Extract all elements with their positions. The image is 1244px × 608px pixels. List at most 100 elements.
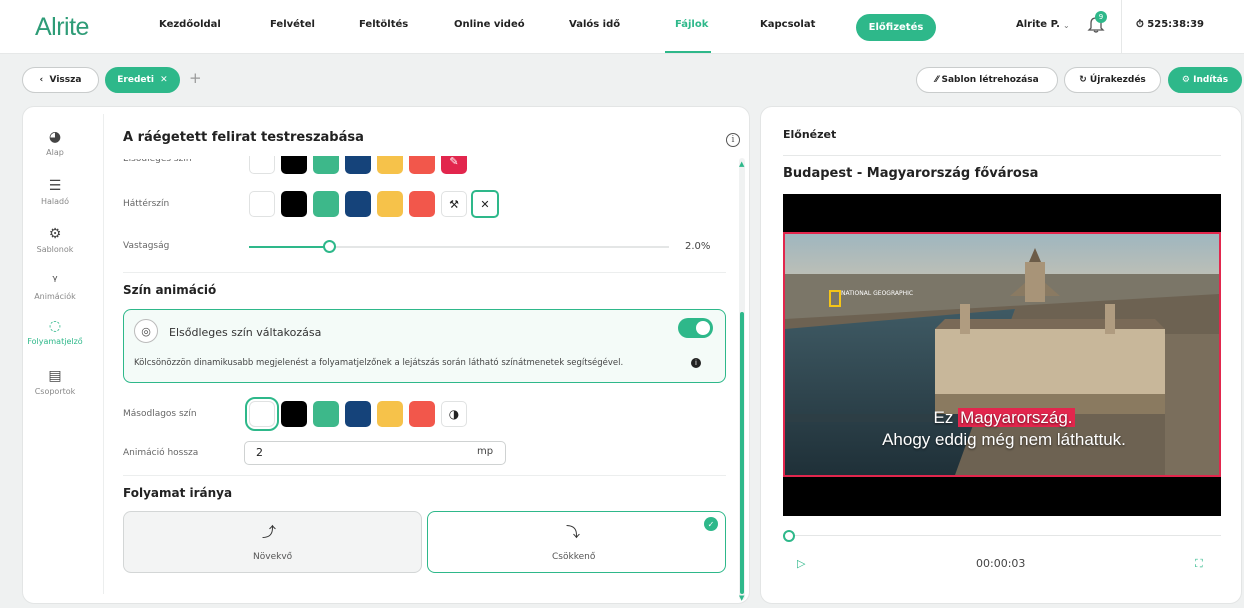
color-swatch-white[interactable] [249, 156, 275, 174]
animation-length-label: Animáció hossza [123, 448, 199, 458]
nav-contact[interactable]: Kapcsolat [760, 19, 815, 30]
start-button[interactable]: ⚙ Indítás [1168, 67, 1242, 93]
seek-handle[interactable] [783, 530, 795, 542]
nav-active-indicator [665, 51, 711, 53]
nav-upload[interactable]: Feltöltés [359, 19, 408, 30]
sidebar-item-label: Alap [46, 148, 64, 157]
subtitle-line-2: Ahogy eddig még nem láthattuk. [882, 430, 1126, 449]
tab-label: Eredeti [117, 75, 154, 85]
sidebar-item-basic[interactable]: ◕ Alap [25, 129, 85, 157]
trend-up-icon: ⤴ [262, 525, 276, 541]
chevron-left-icon: ‹ [39, 75, 50, 85]
bg-swatch-blue[interactable] [345, 191, 371, 217]
secondary-swatch-red[interactable] [409, 401, 435, 427]
bg-swatch-black[interactable] [281, 191, 307, 217]
chevron-down-icon[interactable]: ⌄ [1063, 21, 1070, 30]
tab-original[interactable]: Eredeti ✕ [105, 67, 180, 93]
rocket-icon: ⚙ [1181, 75, 1194, 85]
nav-record[interactable]: Felvétel [270, 19, 315, 30]
nav-realtime[interactable]: Valós idő [569, 19, 620, 30]
scroll-down-icon[interactable]: ▼ [739, 594, 744, 602]
color-swatch-blue[interactable] [345, 156, 371, 174]
color-swatch-green[interactable] [313, 156, 339, 174]
thickness-label: Vastagság [123, 241, 170, 251]
primary-color-row: ✎ [249, 156, 473, 174]
info-icon[interactable]: i [691, 358, 701, 368]
secondary-swatch-yellow[interactable] [377, 401, 403, 427]
nav-online-video[interactable]: Online videó [454, 19, 525, 30]
subscribe-button[interactable]: Előfizetés [856, 14, 936, 41]
color-animation-toggle[interactable] [678, 318, 713, 338]
sidebar-item-label: Csoportok [34, 387, 76, 396]
seek-bar[interactable] [789, 535, 1221, 536]
restart-label: Újrakezdés [1089, 75, 1146, 85]
animation-length-input[interactable] [244, 441, 506, 465]
clear-bg-button[interactable]: ✕ [471, 190, 499, 218]
paint-roller-icon[interactable]: ⚒ [441, 191, 467, 217]
start-label: Indítás [1193, 75, 1229, 85]
contrast-icon[interactable]: ◑ [441, 401, 467, 427]
create-template-button[interactable]: ⁄⁄ Sablon létrehozása [916, 67, 1058, 93]
user-menu[interactable]: Alrite P. [1016, 19, 1060, 30]
video-player[interactable]: NATIONAL GEOGRAPHIC Ez Magyarország. Aho… [783, 194, 1221, 516]
video-frame: NATIONAL GEOGRAPHIC Ez Magyarország. Aho… [783, 232, 1221, 477]
play-icon[interactable]: ▷ [797, 557, 805, 570]
secondary-color-label: Másodlagos szín [123, 409, 197, 419]
secondary-swatch-green[interactable] [313, 401, 339, 427]
direction-decreasing-label: Csökkenő [552, 552, 596, 562]
secondary-swatch-white[interactable] [245, 397, 279, 431]
color-swatch-red[interactable] [409, 156, 435, 174]
sidebar-item-templates[interactable]: ⚙ Sablonok [25, 226, 85, 254]
fullscreen-icon[interactable]: ⛶ [1195, 557, 1203, 571]
color-animation-toggle-label: Elsődleges szín váltakozása [169, 326, 322, 339]
color-cycle-icon: ◎ [134, 319, 158, 343]
add-tab-button[interactable]: + [189, 69, 202, 87]
groups-icon: ▤ [48, 368, 62, 384]
secondary-swatch-blue[interactable] [345, 401, 371, 427]
nav-home[interactable]: Kezdőoldal [159, 19, 221, 30]
progress-icon: ◌ [48, 318, 62, 334]
progress-direction-title: Folyamat iránya [123, 486, 233, 500]
credit-timer: ⏱ 525:38:39 [1136, 19, 1204, 30]
bg-swatch-red[interactable] [409, 191, 435, 217]
color-swatch-black[interactable] [281, 156, 307, 174]
direction-increasing-card[interactable] [123, 511, 422, 573]
preview-title: Előnézet [783, 128, 837, 141]
scroll-up-icon[interactable]: ▲ [739, 160, 744, 168]
color-swatch-yellow[interactable] [377, 156, 403, 174]
restart-button[interactable]: ↻ Újrakezdés [1064, 67, 1161, 93]
subtitle-text: Ez [933, 408, 959, 427]
direction-decreasing-card[interactable] [427, 511, 726, 573]
sidebar-item-label: Animációk [34, 292, 76, 301]
close-icon[interactable]: ✕ [154, 75, 168, 85]
thickness-slider-handle[interactable] [323, 240, 336, 253]
close-icon: ✕ [480, 197, 490, 211]
sidebar-item-animations[interactable]: ᵞ Animációk [25, 273, 85, 301]
sidebar-item-label: Folyamatjelző [27, 337, 83, 346]
info-icon[interactable]: i [726, 133, 740, 147]
scrollbar-thumb[interactable] [740, 312, 744, 594]
back-button[interactable]: ‹ Vissza [22, 67, 99, 93]
bg-swatch-white[interactable] [249, 191, 275, 217]
check-icon: ✓ [704, 517, 718, 531]
notification-badge: 9 [1095, 11, 1107, 23]
trend-down-icon: ⤵ [566, 525, 580, 541]
secondary-swatch-black[interactable] [281, 401, 307, 427]
sidebar-item-progress[interactable]: ◌ Folyamatjelző [25, 318, 85, 346]
sidebar-item-label: Haladó [40, 197, 69, 206]
thickness-value: 2.0% [685, 241, 711, 252]
nav-files[interactable]: Fájlok [675, 19, 708, 30]
sidebar-item-groups[interactable]: ▤ Csoportok [25, 368, 85, 396]
custom-color-pencil-icon[interactable]: ✎ [441, 156, 467, 174]
bg-swatch-yellow[interactable] [377, 191, 403, 217]
editor-title: A ráégetett felirat testreszabása [123, 130, 364, 145]
palette-icon: ◕ [48, 129, 62, 145]
animation-length-value: 2 [256, 446, 263, 459]
national-geographic-logo: NATIONAL GEOGRAPHIC [829, 290, 913, 307]
app-logo[interactable]: Alrite [35, 13, 89, 42]
bg-swatch-green[interactable] [313, 191, 339, 217]
sidebar-item-label: Sablonok [36, 245, 74, 254]
template-label: Sablon létrehozása [941, 75, 1039, 85]
sliders-icon: ☰ [48, 178, 62, 194]
sidebar-item-advanced[interactable]: ☰ Haladó [25, 178, 85, 206]
